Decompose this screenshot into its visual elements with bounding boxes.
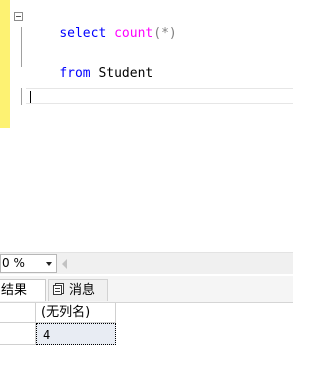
text-caret	[30, 91, 31, 103]
table-name: Student	[98, 66, 154, 81]
function-count: count	[114, 26, 154, 41]
zoom-value: 0 %	[2, 256, 25, 270]
query-editor[interactable]: select count(*) from Student	[0, 0, 293, 252]
result-tabs: 结果 消息	[0, 276, 293, 303]
outline-line	[21, 27, 22, 67]
collapse-icon[interactable]	[14, 12, 23, 21]
current-line-highlight	[26, 88, 293, 104]
zoom-dropdown[interactable]: 0 %	[0, 254, 57, 273]
scroll-left-arrow-icon[interactable]	[62, 259, 67, 269]
tab-results[interactable]: 结果	[0, 279, 46, 301]
tab-messages-label: 消息	[69, 283, 96, 298]
asterisk: *	[161, 26, 169, 41]
results-grid: (无列名) 4	[0, 303, 293, 374]
table-cell[interactable]: 4	[36, 323, 116, 345]
zoom-scroll-bar: 0 %	[0, 252, 293, 274]
chevron-down-icon[interactable]	[46, 262, 52, 266]
change-tracking-bar	[0, 0, 10, 128]
tab-results-label: 结果	[1, 283, 28, 298]
row-number-header[interactable]	[0, 303, 36, 323]
current-line-marker	[21, 88, 22, 105]
row-number[interactable]	[0, 323, 36, 345]
paren-close: )	[168, 26, 177, 41]
messages-icon	[53, 283, 65, 295]
tab-messages[interactable]: 消息	[48, 279, 108, 301]
keyword-select: select	[59, 26, 107, 41]
column-header[interactable]: (无列名)	[36, 303, 116, 323]
keyword-from: from	[59, 66, 91, 81]
paren-open: (	[153, 26, 162, 41]
